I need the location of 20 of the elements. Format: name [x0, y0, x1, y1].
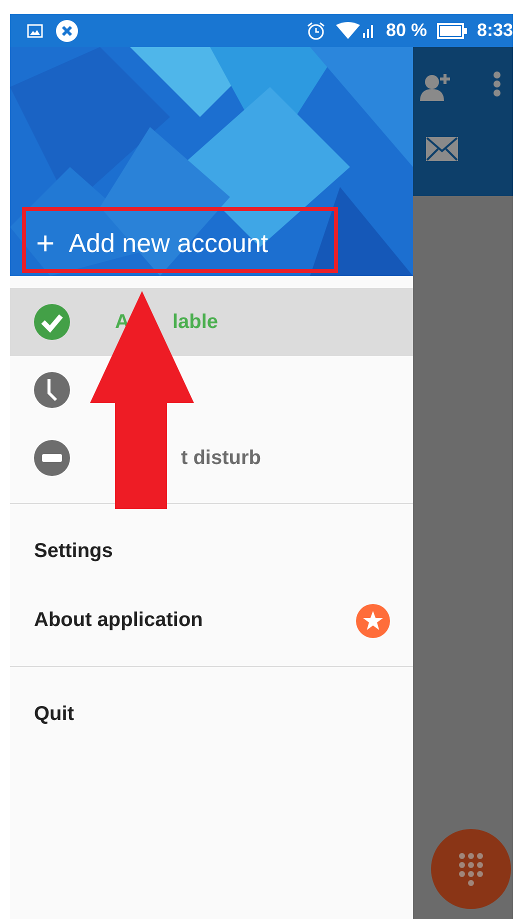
image-icon	[27, 24, 43, 38]
status-label: lable	[172, 310, 218, 334]
minus-circle-icon	[34, 440, 70, 476]
status-item[interactable]: t disturb	[10, 424, 413, 492]
signal-icon	[336, 22, 376, 40]
clock-time: 8:33	[476, 20, 513, 41]
menu-item[interactable]: About application	[34, 609, 203, 632]
status-label: t disturb	[181, 446, 261, 470]
battery-icon	[436, 22, 467, 38]
alarm-icon	[306, 20, 326, 40]
more-icon[interactable]	[493, 71, 501, 97]
menu-item[interactable]: Quit	[34, 703, 74, 726]
add-account-button[interactable]: + Add new account	[28, 223, 276, 263]
check-circle-icon	[34, 304, 70, 340]
close-icon[interactable]	[56, 20, 78, 42]
clock-icon	[34, 372, 70, 408]
battery-percent: 80 %	[386, 20, 427, 41]
menu-item[interactable]: Settings	[34, 540, 113, 563]
dialpad-icon	[459, 852, 483, 886]
envelope-icon[interactable]	[426, 137, 458, 161]
